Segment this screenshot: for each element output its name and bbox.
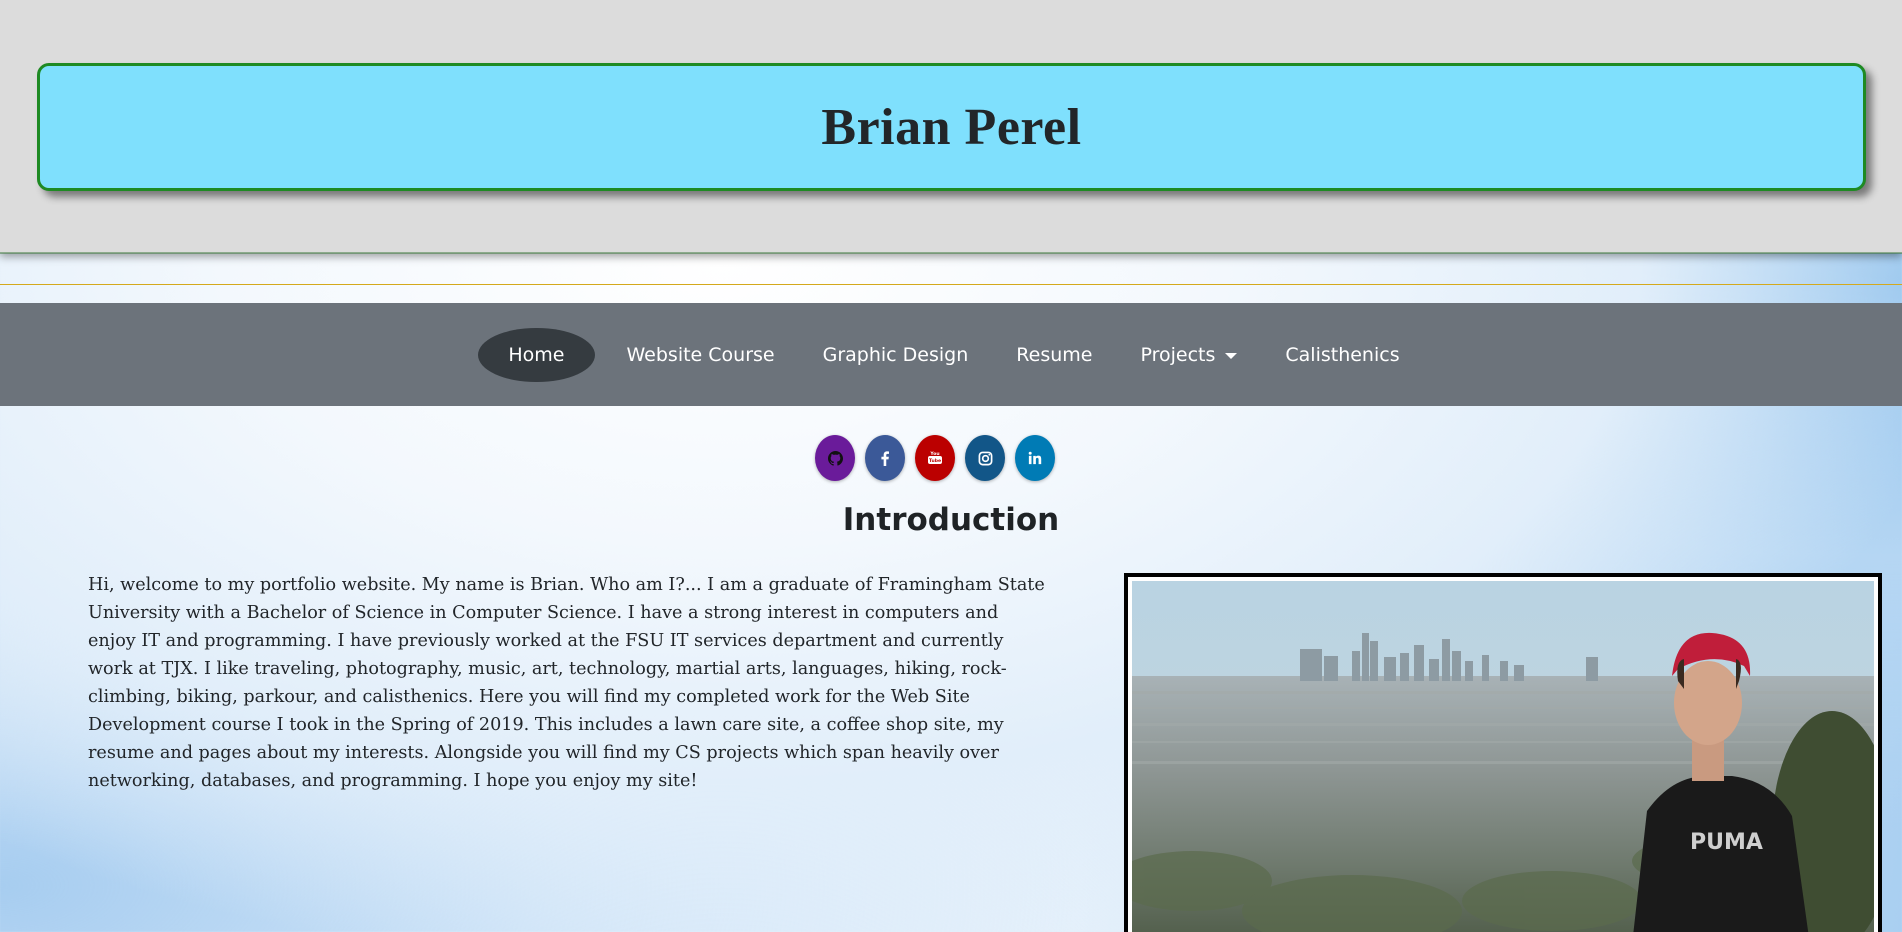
nav-item-label: Projects (1140, 343, 1216, 366)
intro-paragraph: Hi, welcome to my portfolio website. My … (88, 575, 1045, 791)
instagram-icon (978, 451, 992, 465)
nav-item-label: Resume (1016, 343, 1093, 366)
facebook-icon (881, 450, 889, 466)
intro-heading-wrap: Introduction (0, 502, 1902, 538)
profile-photo-frame: PUMA (1124, 573, 1882, 932)
youtube-button[interactable]: You Tube (915, 435, 955, 481)
main-navbar: Home Website Course Graphic Design Resum… (0, 303, 1902, 406)
social-links: You Tube (815, 435, 1055, 481)
github-button[interactable] (815, 435, 855, 481)
instagram-button[interactable] (965, 435, 1005, 481)
nav-item-label: Home (508, 343, 565, 366)
shirt-logo-text: PUMA (1690, 830, 1763, 855)
nav-item-graphic-design[interactable]: Graphic Design (799, 330, 993, 380)
site-title: Brian Perel (821, 98, 1082, 156)
nav-item-website-course[interactable]: Website Course (603, 330, 799, 380)
github-icon (827, 450, 843, 466)
nav-item-home[interactable]: Home (478, 327, 595, 382)
divider (0, 284, 1902, 285)
caret-down-icon (1225, 352, 1238, 359)
nav-item-calisthenics[interactable]: Calisthenics (1261, 330, 1423, 380)
nav-item-label: Calisthenics (1285, 343, 1400, 366)
site-header: Brian Perel (0, 0, 1902, 254)
svg-text:You: You (929, 451, 939, 457)
youtube-icon: You Tube (928, 451, 942, 464)
profile-photo: PUMA (1132, 581, 1874, 932)
name-banner: Brian Perel (37, 63, 1866, 191)
intro-heading: Introduction (842, 502, 1060, 538)
linkedin-icon (1028, 451, 1042, 465)
nav-item-label: Graphic Design (822, 343, 969, 366)
svg-text:Tube: Tube (929, 458, 941, 464)
nav-item-projects-dropdown[interactable]: Projects (1116, 330, 1261, 380)
linkedin-button[interactable] (1015, 435, 1055, 481)
nav-item-label: Website Course (626, 343, 775, 366)
nav-item-resume[interactable]: Resume (992, 330, 1116, 380)
facebook-button[interactable] (865, 435, 905, 481)
nav-list: Home Website Course Graphic Design Resum… (0, 303, 1902, 406)
